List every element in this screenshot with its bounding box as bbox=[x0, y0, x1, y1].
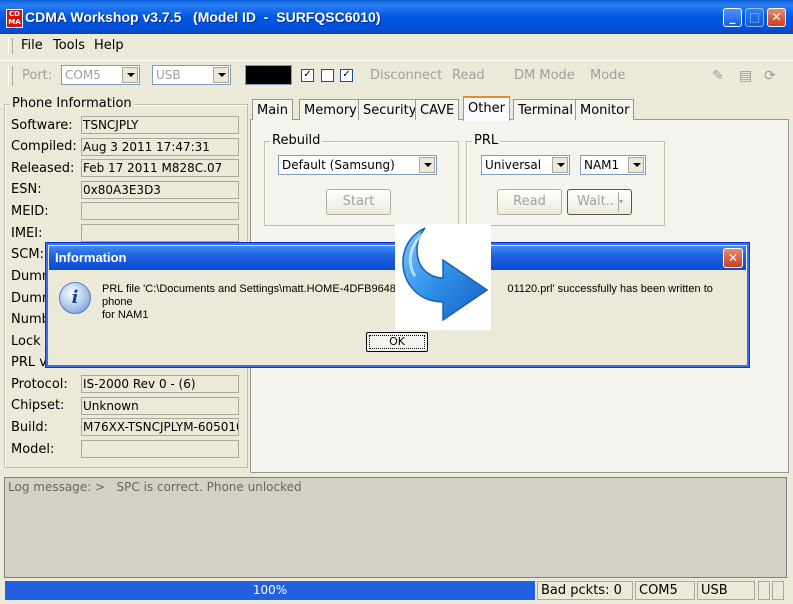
port-select-value: COM5 bbox=[65, 68, 101, 82]
chevron-down-icon bbox=[552, 157, 568, 173]
rebuild-select-value: Default (Samsung) bbox=[282, 158, 395, 172]
dialog-message-line2: for NAM1 bbox=[102, 309, 149, 321]
tab-monitor[interactable]: Monitor bbox=[575, 99, 635, 120]
close-button[interactable]: ✕ bbox=[767, 8, 786, 27]
menu-grip bbox=[8, 38, 13, 54]
app-icon: CD MA bbox=[6, 9, 23, 28]
checkbox-2[interactable] bbox=[321, 69, 334, 82]
info-value: Aug 3 2011 17:47:31 bbox=[81, 138, 239, 156]
info-label: SCM: bbox=[11, 247, 44, 262]
menu-help[interactable]: Help bbox=[94, 38, 124, 53]
connection-select-value: USB bbox=[156, 68, 181, 82]
info-label: Released: bbox=[11, 161, 75, 176]
prl-wait-button[interactable]: Wait.. ▾ bbox=[567, 189, 632, 215]
mode-button[interactable]: Mode bbox=[590, 68, 625, 83]
title-bar: CD MA CDMA Workshop v3.7.5 (Model ID - SU… bbox=[0, 0, 793, 34]
maximize-button[interactable]: □ bbox=[745, 8, 764, 27]
port-label: Port: bbox=[22, 68, 53, 83]
rebuild-title: Rebuild bbox=[270, 133, 323, 148]
blue-arrow-icon bbox=[402, 227, 489, 322]
info-label: ESN: bbox=[11, 182, 42, 197]
checkbox-3[interactable]: ✓ bbox=[340, 69, 353, 82]
chevron-down-icon bbox=[628, 157, 644, 173]
port-status: COM5 bbox=[635, 581, 695, 600]
info-label: Compiled: bbox=[11, 139, 77, 154]
pin-icon[interactable]: ✎ bbox=[712, 68, 724, 84]
progress-text: 100% bbox=[252, 583, 288, 597]
minimize-button[interactable]: _ bbox=[723, 8, 742, 27]
chevron-down-icon bbox=[213, 67, 229, 83]
menu-tools[interactable]: Tools bbox=[53, 38, 85, 53]
info-label: Build: bbox=[11, 420, 49, 435]
port-select[interactable]: COM5 bbox=[61, 65, 140, 85]
progress-bar: 100% bbox=[5, 581, 535, 600]
log-panel: Log message: > SPC is correct. Phone unl… bbox=[4, 477, 787, 578]
info-value bbox=[81, 202, 239, 220]
tab-other[interactable]: Other bbox=[463, 96, 510, 121]
prl-type-value: Universal bbox=[485, 158, 542, 172]
prl-title: PRL bbox=[472, 133, 501, 148]
info-label: Software: bbox=[11, 118, 73, 133]
toolbar-grip bbox=[8, 66, 13, 86]
prl-wait-label: Wait.. bbox=[577, 194, 614, 209]
status-indicator-1 bbox=[758, 581, 770, 600]
phone-info-title: Phone Information bbox=[10, 96, 134, 111]
rebuild-select[interactable]: Default (Samsung) bbox=[278, 155, 437, 175]
prl-nam-value: NAM1 bbox=[584, 158, 620, 172]
tab-terminal[interactable]: Terminal bbox=[513, 99, 578, 120]
menu-file[interactable]: File bbox=[21, 38, 43, 53]
chevron-down-icon bbox=[419, 157, 435, 173]
info-label: MEID: bbox=[11, 204, 49, 219]
info-value: TSNCJPLY bbox=[81, 116, 239, 134]
info-icon: i bbox=[59, 282, 91, 314]
document-icon[interactable]: ▤ bbox=[739, 68, 752, 84]
info-value: 0x80A3E3D3 bbox=[81, 181, 239, 199]
prl-type-select[interactable]: Universal bbox=[481, 155, 570, 175]
dialog-title: Information bbox=[55, 250, 127, 265]
info-value: Feb 17 2011 M828C.07 bbox=[81, 159, 239, 177]
info-value: Unknown bbox=[81, 397, 239, 415]
dialog-close-button[interactable]: ✕ bbox=[723, 248, 743, 268]
log-message: Log message: > SPC is correct. Phone unl… bbox=[8, 480, 302, 494]
connection-status: USB bbox=[697, 581, 755, 600]
tab-cave[interactable]: CAVE bbox=[415, 99, 460, 120]
ok-button[interactable]: OK bbox=[366, 332, 428, 352]
dm-mode-button[interactable]: DM Mode bbox=[514, 68, 575, 83]
prl-group bbox=[466, 141, 665, 226]
dialog-message-line1: PRL file 'C:\Documents and Settings\matt… bbox=[102, 283, 410, 295]
info-label: PRL v bbox=[11, 355, 47, 370]
read-button[interactable]: Read bbox=[452, 68, 485, 83]
info-label: Chipset: bbox=[11, 398, 65, 413]
window-title: CDMA Workshop v3.7.5 (Model ID - SURFQSC… bbox=[25, 9, 381, 25]
checkbox-1[interactable]: ✓ bbox=[301, 69, 314, 82]
tab-security[interactable]: Security bbox=[358, 99, 422, 120]
info-label: IMEI: bbox=[11, 226, 43, 241]
bad-packets-status: Bad pckts: 0 bbox=[537, 581, 633, 600]
info-value: IS-2000 Rev 0 - (6) bbox=[81, 375, 239, 393]
status-indicator-2 bbox=[772, 581, 784, 600]
start-button[interactable]: Start bbox=[326, 189, 391, 215]
prl-nam-select[interactable]: NAM1 bbox=[580, 155, 646, 175]
color-indicator[interactable] bbox=[245, 65, 292, 85]
connection-select[interactable]: USB bbox=[152, 65, 231, 85]
arrow-graphic bbox=[395, 224, 491, 330]
prl-read-button[interactable]: Read bbox=[497, 189, 562, 215]
info-value bbox=[81, 440, 239, 458]
disconnect-button[interactable]: Disconnect bbox=[370, 68, 442, 83]
info-value: M76XX-TSNCJPLYM-605010 bbox=[81, 418, 239, 436]
refresh-icon[interactable]: ⟳ bbox=[764, 68, 776, 84]
info-label: Protocol: bbox=[11, 377, 68, 392]
info-value bbox=[81, 224, 239, 242]
chevron-down-icon[interactable]: ▾ bbox=[618, 192, 629, 212]
chevron-down-icon bbox=[122, 67, 138, 83]
tab-memory[interactable]: Memory bbox=[299, 99, 362, 120]
tab-main[interactable]: Main bbox=[252, 99, 294, 120]
info-label: Model: bbox=[11, 442, 55, 457]
